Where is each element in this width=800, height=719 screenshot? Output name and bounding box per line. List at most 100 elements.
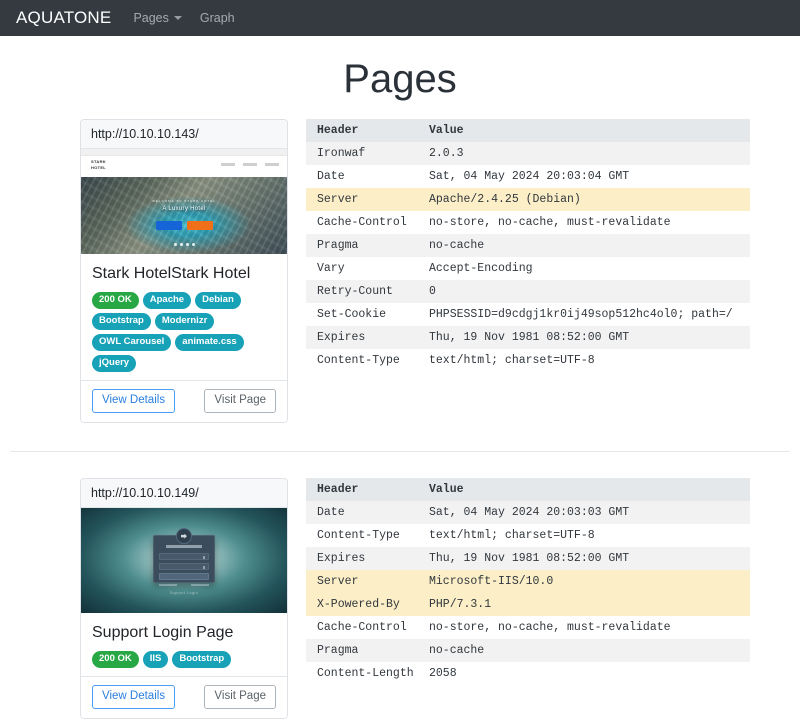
tech-badge: Bootstrap xyxy=(172,651,231,668)
thumb-hero-subtitle: WELCOME TO STARK HOTEL xyxy=(81,199,287,203)
carousel-dot xyxy=(186,243,189,246)
header-name: Cache-Control xyxy=(306,616,418,639)
thumb-menu-item xyxy=(243,163,257,166)
thumb-caption: Support Login xyxy=(81,591,287,595)
view-details-button[interactable]: View Details xyxy=(92,685,175,709)
nav-item-graph[interactable]: Graph xyxy=(200,11,235,25)
header-name: Content-Type xyxy=(306,349,418,372)
brand-logo[interactable]: AQUATONE xyxy=(16,8,111,28)
header-name: Expires xyxy=(306,326,418,349)
header-name: Retry-Count xyxy=(306,280,418,303)
response-headers-table: Header Value Ironwaf2.0.3 DateSat, 04 Ma… xyxy=(306,119,750,372)
status-badge: 200 OK xyxy=(92,292,139,309)
table-row: Pragmano-cache xyxy=(306,639,750,662)
table-row-highlighted: ServerApache/2.4.25 (Debian) xyxy=(306,188,750,211)
header-value: Thu, 19 Nov 1981 08:52:00 GMT xyxy=(418,326,750,349)
thumb-login-title xyxy=(166,545,202,548)
header-name: Date xyxy=(306,501,418,524)
thumb-logo: STARK HOTEL xyxy=(91,159,106,171)
table-row: Ironwaf2.0.3 xyxy=(306,142,750,165)
page-url[interactable]: http://10.10.10.149/ xyxy=(81,479,287,508)
table-header-row: Header Value xyxy=(306,119,750,142)
nav-item-pages[interactable]: Pages xyxy=(133,11,181,25)
page-card: http://10.10.10.149/ Support Login Suppo… xyxy=(80,478,288,719)
view-details-button[interactable]: View Details xyxy=(92,389,175,413)
response-headers-table-wrapper: Header Value Ironwaf2.0.3 DateSat, 04 Ma… xyxy=(306,119,750,372)
header-name: Pragma xyxy=(306,234,418,257)
header-value: text/html; charset=UTF-8 xyxy=(418,349,750,372)
tech-badge: Apache xyxy=(143,292,191,309)
table-row-highlighted: ServerMicrosoft-IIS/10.0 xyxy=(306,570,750,593)
header-value: Microsoft-IIS/10.0 xyxy=(418,570,750,593)
tech-badge: Debian xyxy=(195,292,241,309)
table-row: DateSat, 04 May 2024 20:03:03 GMT xyxy=(306,501,750,524)
header-name: Server xyxy=(306,570,418,593)
header-name: Date xyxy=(306,165,418,188)
page-card: http://10.10.10.143/ STARK HOTEL WELCOME xyxy=(80,119,288,423)
thumb-hero-button-primary xyxy=(156,221,182,230)
page-url[interactable]: http://10.10.10.143/ xyxy=(81,120,287,149)
header-value: 2058 xyxy=(418,662,750,685)
thumb-hero-buttons xyxy=(81,221,287,230)
thumb-hero-button-secondary xyxy=(187,221,213,230)
thumb-password-field xyxy=(159,563,209,570)
header-value: no-cache xyxy=(418,639,750,662)
navbar: AQUATONE Pages Graph xyxy=(0,0,800,36)
page-entry: http://10.10.10.143/ STARK HOTEL WELCOME xyxy=(0,119,800,423)
header-name: Set-Cookie xyxy=(306,303,418,326)
tech-badge: OWL Carousel xyxy=(92,334,171,351)
thumb-carousel-dots xyxy=(81,243,287,246)
tech-badge: Bootstrap xyxy=(92,313,151,330)
nav-item-graph-label: Graph xyxy=(200,11,235,25)
table-row: Set-CookiePHPSESSID=d9cdgj1kr0ij49sop512… xyxy=(306,303,750,326)
page-card-footer: View Details Visit Page xyxy=(81,676,287,718)
table-row: Cache-Controlno-store, no-cache, must-re… xyxy=(306,616,750,639)
header-name: Expires xyxy=(306,547,418,570)
thumb-topbar xyxy=(81,149,287,156)
tech-badge: animate.css xyxy=(175,334,243,351)
thumb-forgot-password xyxy=(191,584,209,586)
page-screenshot-thumbnail[interactable]: Support Login xyxy=(81,508,287,613)
header-value: Accept-Encoding xyxy=(418,257,750,280)
carousel-dot xyxy=(180,243,183,246)
tech-badge: jQuery xyxy=(92,355,136,372)
header-value: Sat, 04 May 2024 20:03:03 GMT xyxy=(418,501,750,524)
header-value: PHP/7.3.1 xyxy=(418,593,750,616)
page-card-footer: View Details Visit Page xyxy=(81,380,287,422)
column-header-name: Header xyxy=(306,119,418,142)
thumb-login-panel xyxy=(153,535,215,583)
header-value: text/html; charset=UTF-8 xyxy=(418,524,750,547)
carousel-dot xyxy=(192,243,195,246)
header-name: Vary xyxy=(306,257,418,280)
header-value: PHPSESSID=d9cdgj1kr0ij49sop512hc4ol0; pa… xyxy=(418,303,750,326)
page-badges: 200 OK Apache Debian Bootstrap Modernizr… xyxy=(92,292,276,372)
thumb-username-field xyxy=(159,553,209,560)
column-header-name: Header xyxy=(306,478,418,501)
header-value: Apache/2.4.25 (Debian) xyxy=(418,188,750,211)
table-header-row: Header Value xyxy=(306,478,750,501)
table-row: DateSat, 04 May 2024 20:03:04 GMT xyxy=(306,165,750,188)
visit-page-button[interactable]: Visit Page xyxy=(204,389,276,413)
tech-badge: Modernizr xyxy=(155,313,214,330)
page-badges: 200 OK IIS Bootstrap xyxy=(92,651,276,668)
header-name: Pragma xyxy=(306,639,418,662)
page-card-body: Support Login Page 200 OK IIS Bootstrap xyxy=(81,613,287,676)
chevron-down-icon xyxy=(174,16,182,20)
page-screenshot-thumbnail[interactable]: STARK HOTEL WELCOME TO STARK HOTEL A Lux… xyxy=(81,149,287,254)
visit-page-button[interactable]: Visit Page xyxy=(204,685,276,709)
thumb-hero-title: A Luxury Hotel xyxy=(81,206,287,212)
thumb-navbar: STARK HOTEL xyxy=(81,156,287,177)
thumb-login-button xyxy=(159,573,209,580)
header-value: Thu, 19 Nov 1981 08:52:00 GMT xyxy=(418,547,750,570)
carousel-dot xyxy=(174,243,177,246)
thumb-login-footer xyxy=(159,584,209,586)
column-header-value: Value xyxy=(418,478,750,501)
header-name: Content-Length xyxy=(306,662,418,685)
login-arrow-icon xyxy=(181,534,187,539)
page-card-body: Stark HotelStark Hotel 200 OK Apache Deb… xyxy=(81,254,287,380)
page-entry: http://10.10.10.149/ Support Login Suppo… xyxy=(0,478,800,719)
header-name: Content-Type xyxy=(306,524,418,547)
table-row: Content-Length2058 xyxy=(306,662,750,685)
table-row: Cache-Controlno-store, no-cache, must-re… xyxy=(306,211,750,234)
thumb-remember-me xyxy=(159,584,177,586)
